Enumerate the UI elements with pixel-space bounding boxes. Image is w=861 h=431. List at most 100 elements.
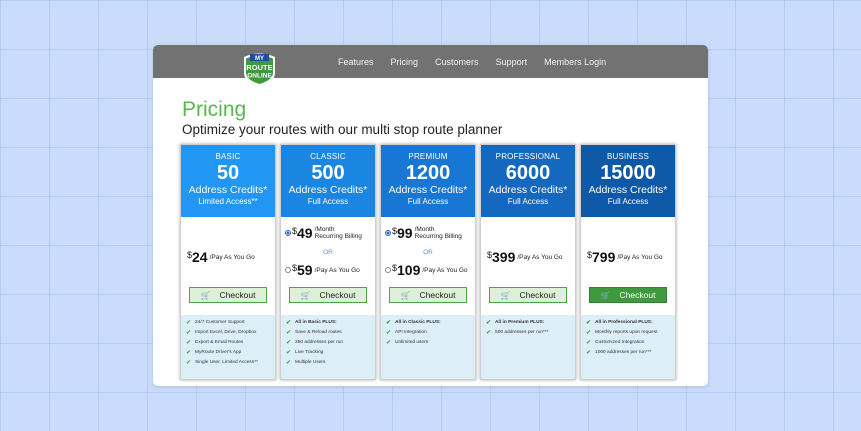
plan-price: $ 24 /Pay As You Go (187, 249, 275, 265)
monthly-radio[interactable] (285, 230, 291, 236)
feature-item: ✔ All in Basic PLUS: (286, 320, 337, 326)
feature-list: ✔ 24/7 Customer Support ✔ Import Excel, Dr… (181, 315, 275, 379)
check-icon: ✔ (286, 340, 292, 346)
feature-list: ✔ All in Professional PLUS: ✔ Monthly repo… (581, 315, 675, 379)
price-period: /Pay As You Go (314, 266, 360, 274)
price-amount: 109 (397, 262, 421, 278)
check-icon: ✔ (586, 320, 592, 326)
check-icon: ✔ (586, 330, 592, 336)
payg-radio[interactable] (285, 267, 291, 273)
plan-card-professional: PROFESSIONAL 6000 Address Credits* Full … (480, 144, 576, 380)
payg-price-option[interactable]: $ 59 /Pay As You Go (285, 262, 375, 278)
check-icon: ✔ (186, 330, 192, 336)
plan-price-area: $ 399 /Pay As You Go (481, 217, 575, 290)
price-period: /Pay As You Go (422, 266, 468, 274)
nav-members-login-link[interactable]: Members Login (544, 57, 606, 67)
feature-item: ✔ Multiple Users (286, 360, 326, 366)
feature-item: ✔ Export & Email Routes (186, 340, 244, 346)
nav-features-link[interactable]: Features (338, 57, 374, 67)
plan-credits-label: Address Credits* (288, 184, 368, 196)
feature-item: ✔ All in Professional PLUS: (586, 320, 653, 326)
nav-support-link[interactable]: Support (496, 57, 528, 67)
price-period: /Pay As You Go (617, 253, 663, 261)
plan-credits-label: Address Credits* (488, 184, 568, 196)
plan-header: PROFESSIONAL 6000 Address Credits* Full … (481, 145, 575, 217)
monthly-price-option[interactable]: $ 49 /Month Recurring Billing (285, 225, 375, 241)
checkout-button[interactable]: 🛒 Checkout (589, 287, 667, 303)
feature-list: ✔ All in Classic PLUS: ✔ API Integration ✔… (381, 315, 475, 379)
plan-tier: BASIC (215, 152, 241, 161)
price-period: /Pay As You Go (209, 253, 255, 261)
price-period: /Pay As You Go (517, 253, 563, 261)
myrouteonline-logo[interactable]: MY ROUTE ONLINE (241, 51, 278, 87)
page-subtitle: Optimize your routes with our multi stop… (182, 122, 503, 137)
checkout-button[interactable]: 🛒 Checkout (389, 287, 467, 303)
plan-credits: 500 (311, 162, 345, 184)
price-amount: 59 (297, 262, 313, 278)
plan-tier: PREMIUM (408, 152, 448, 161)
pricing-cards: BASIC 50 Address Credits* Limited Access… (180, 144, 680, 382)
top-navbar: Features Pricing Customers Support Membe… (153, 45, 708, 78)
payg-price-option[interactable]: $ 109 /Pay As You Go (385, 262, 475, 278)
plan-card-business: BUSINESS 15000 Address Credits* Full Acc… (580, 144, 676, 380)
plan-access: Full Access (307, 197, 349, 206)
plan-credits: 50 (216, 162, 240, 184)
plan-card-classic: CLASSIC 500 Address Credits* Full Access… (280, 144, 376, 380)
feature-item: ✔ Customized Integration (586, 340, 645, 346)
check-icon: ✔ (286, 360, 292, 366)
plan-access: Full Access (607, 197, 649, 206)
or-divider: OR (423, 249, 433, 256)
feature-item: ✔ Single User, Limited Access** (186, 360, 258, 366)
monthly-radio[interactable] (385, 230, 391, 236)
plan-access: Full Access (407, 197, 449, 206)
check-icon: ✔ (386, 320, 392, 326)
feature-item: ✔ 350 addresses per run (286, 340, 344, 346)
monthly-price-option[interactable]: $ 99 /Month Recurring Billing (385, 225, 475, 241)
plan-tier: PROFESSIONAL (495, 152, 561, 161)
plan-price-area: $ 49 /Month Recurring Billing OR $ 59 /Pa… (281, 217, 375, 290)
pricing-window: Features Pricing Customers Support Membe… (153, 45, 708, 386)
payg-radio[interactable] (385, 267, 391, 273)
check-icon: ✔ (286, 330, 292, 336)
checkout-label: Checkout (619, 290, 656, 300)
plan-access: Full Access (507, 197, 549, 206)
price-period: /Month Recurring Billing (314, 226, 362, 240)
logo-text-route: ROUTE (246, 63, 272, 72)
plan-card-premium: PREMIUM 1200 Address Credits* Full Acces… (380, 144, 476, 380)
checkout-label: Checkout (219, 290, 256, 300)
main-nav: Features Pricing Customers Support Membe… (338, 45, 623, 78)
check-icon: ✔ (386, 340, 392, 346)
plan-header: BASIC 50 Address Credits* Limited Access… (181, 145, 275, 217)
price-period: /Month Recurring Billing (414, 226, 462, 240)
nav-customers-link[interactable]: Customers (435, 57, 479, 67)
checkout-label: Checkout (319, 290, 356, 300)
check-icon: ✔ (186, 360, 192, 366)
price-amount: 799 (592, 249, 616, 265)
check-icon: ✔ (486, 330, 492, 336)
check-icon: ✔ (586, 350, 592, 356)
nav-pricing-link[interactable]: Pricing (391, 57, 419, 67)
feature-list: ✔ All in Basic PLUS: ✔ Save & Reload route… (281, 315, 375, 379)
price-amount: 99 (397, 225, 413, 241)
plan-header: PREMIUM 1200 Address Credits* Full Acces… (381, 145, 475, 217)
feature-item: ✔ Import Excel, Drive, Dropbox (186, 330, 257, 336)
checkout-button[interactable]: 🛒 Checkout (289, 287, 367, 303)
price-amount: 399 (492, 249, 516, 265)
checkout-label: Checkout (419, 290, 456, 300)
check-icon: ✔ (486, 320, 492, 326)
price-amount: 24 (192, 249, 208, 265)
feature-item: ✔ Save & Reload routes (286, 330, 342, 336)
check-icon: ✔ (286, 320, 292, 326)
plan-credits: 6000 (505, 162, 551, 184)
feature-item: ✔ Live Tracking (286, 350, 324, 356)
feature-item: ✔ 500 addresses per run*** (486, 330, 549, 336)
check-icon: ✔ (386, 330, 392, 336)
checkout-button[interactable]: 🛒 Checkout (489, 287, 567, 303)
check-icon: ✔ (186, 320, 192, 326)
feature-item: ✔ Monthly reports upon request (586, 330, 658, 336)
checkout-button[interactable]: 🛒 Checkout (189, 287, 267, 303)
check-icon: ✔ (286, 350, 292, 356)
feature-list: ✔ All in Premium PLUS: ✔ 500 addresses per… (481, 315, 575, 379)
plan-price-area: $ 799 /Pay As You Go (581, 217, 675, 290)
feature-item: ✔ All in Classic PLUS: (386, 320, 441, 326)
